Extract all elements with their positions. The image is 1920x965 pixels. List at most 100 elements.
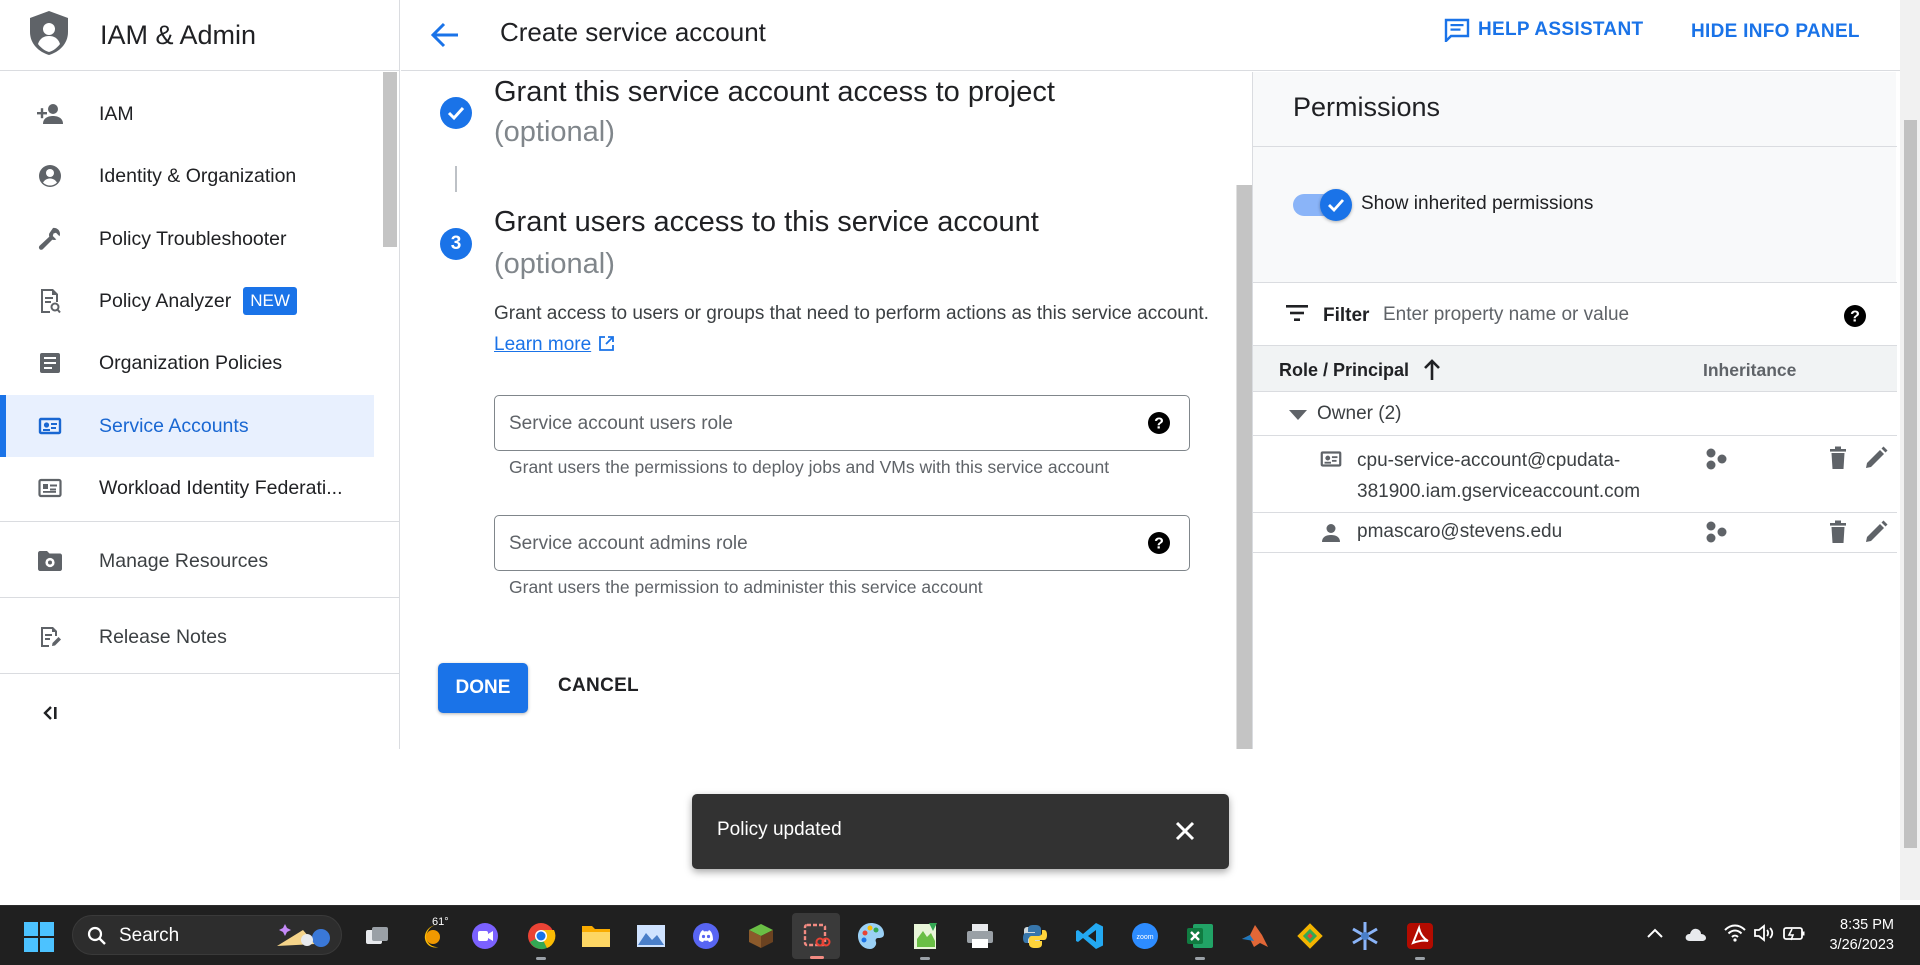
- minecraft-icon[interactable]: [744, 920, 778, 952]
- help-icon[interactable]: ?: [1147, 411, 1171, 440]
- git-tool-icon[interactable]: [1293, 920, 1327, 952]
- step2-title[interactable]: Grant this service account access to pro…: [494, 70, 1055, 114]
- matlab-icon[interactable]: [1238, 920, 1272, 952]
- collapse-sidebar-button[interactable]: [0, 682, 120, 744]
- acrobat-icon[interactable]: [1403, 920, 1437, 960]
- delete-icon[interactable]: [1828, 520, 1848, 549]
- file-explorer-icon[interactable]: [579, 920, 613, 952]
- running-indicator: [1195, 957, 1205, 960]
- sidebar-divider: [0, 597, 399, 598]
- help-assistant-label: HELP ASSISTANT: [1478, 19, 1644, 40]
- onedrive-cloud-icon[interactable]: [1684, 926, 1708, 947]
- help-icon[interactable]: ?: [1147, 531, 1171, 560]
- sidebar-item-organization-policies[interactable]: Organization Policies: [0, 332, 374, 394]
- taskbar-clock[interactable]: 8:35 PM 3/26/2023: [1829, 915, 1894, 955]
- inheritance-icon[interactable]: [1705, 521, 1729, 548]
- windows-start-icon[interactable]: [24, 922, 54, 957]
- python-icon[interactable]: [1018, 920, 1052, 952]
- service-account-icon: [1319, 448, 1343, 475]
- taskbar-search[interactable]: Search: [72, 915, 342, 955]
- sidebar-item-workload-identity-federation[interactable]: Workload Identity Federati...: [0, 457, 374, 519]
- sidebar-item-policy-troubleshooter[interactable]: Policy Troubleshooter: [0, 208, 374, 270]
- clock-time: 8:35 PM: [1840, 917, 1894, 933]
- expand-triangle-icon[interactable]: [1289, 410, 1307, 420]
- inheritance-icon[interactable]: [1705, 448, 1729, 475]
- sidebar-item-release-notes[interactable]: Release Notes: [0, 606, 374, 668]
- toggle-check-icon: [1320, 189, 1352, 221]
- external-link-icon: [599, 336, 615, 351]
- admins-role-input[interactable]: [509, 530, 1109, 558]
- service-account-icon: [35, 411, 65, 441]
- filter-label: Filter: [1323, 305, 1370, 326]
- role-principal-column-header[interactable]: Role / Principal: [1279, 359, 1441, 381]
- owner-group-row[interactable]: Owner (2): [1253, 392, 1897, 436]
- meet-chat-icon[interactable]: [468, 920, 502, 952]
- collapse-icon: [35, 698, 65, 728]
- wifi-icon[interactable]: [1724, 924, 1746, 947]
- vscode-icon[interactable]: [1073, 920, 1107, 952]
- inheritance-column-header: Inheritance: [1703, 360, 1797, 380]
- printer-icon[interactable]: [963, 920, 997, 952]
- cancel-button[interactable]: CANCEL: [558, 675, 639, 697]
- filter-input[interactable]: [1383, 300, 1823, 330]
- iam-shield-logo-icon: [28, 10, 74, 61]
- inherited-permissions-toggle[interactable]: [1293, 189, 1352, 221]
- paint-icon[interactable]: [854, 920, 888, 952]
- help-icon[interactable]: ?: [1843, 304, 1867, 333]
- discord-icon[interactable]: [689, 920, 723, 952]
- snackbar-message: Policy updated: [717, 819, 842, 840]
- wrench-icon: [35, 224, 65, 254]
- sidebar-item-identity-organization[interactable]: Identity & Organization: [0, 145, 374, 207]
- table-header: Role / Principal Inheritance: [1253, 346, 1897, 392]
- page-title: Create service account: [500, 17, 766, 47]
- task-view-icon[interactable]: [360, 920, 394, 952]
- sidebar-item-iam[interactable]: IAM: [0, 83, 374, 145]
- sidebar-scrollbar[interactable]: [383, 72, 397, 247]
- page-scrollbar-thumb[interactable]: [1904, 120, 1917, 848]
- hide-info-panel-button[interactable]: HIDE INFO PANEL: [1691, 21, 1860, 43]
- person-add-icon: [35, 99, 65, 129]
- help-assistant-button[interactable]: HELP ASSISTANT: [1444, 18, 1643, 42]
- sidebar-item-service-accounts[interactable]: Service Accounts: [0, 395, 374, 457]
- sidebar-divider: [0, 521, 399, 522]
- snowflake-app-icon[interactable]: [1348, 920, 1382, 952]
- back-arrow-icon[interactable]: [427, 17, 463, 53]
- image-viewer-icon[interactable]: [634, 920, 668, 952]
- users-role-input[interactable]: [509, 410, 1109, 438]
- done-button[interactable]: DONE: [438, 663, 528, 713]
- main-scrollbar[interactable]: [1236, 185, 1252, 749]
- list-doc-icon: [35, 348, 65, 378]
- chevron-up-icon[interactable]: [1646, 926, 1664, 944]
- filter-icon: [1285, 303, 1309, 328]
- chrome-icon[interactable]: [524, 920, 558, 960]
- edit-pencil-icon[interactable]: [1864, 446, 1888, 475]
- volume-icon[interactable]: [1753, 924, 1775, 947]
- battery-icon[interactable]: [1782, 924, 1806, 947]
- sidebar-title: IAM & Admin: [100, 19, 257, 50]
- panel-title: Permissions: [1293, 92, 1441, 122]
- step3-number: 3: [440, 228, 472, 260]
- snipping-tool-icon[interactable]: [792, 913, 840, 959]
- id-card-icon: [35, 473, 65, 503]
- sidebar-item-manage-resources[interactable]: Manage Resources: [0, 530, 374, 592]
- delete-icon[interactable]: [1828, 446, 1848, 475]
- svg-text:?: ?: [1154, 536, 1164, 553]
- sidebar-item-label: Manage Resources: [99, 549, 269, 572]
- close-icon[interactable]: [1168, 814, 1202, 848]
- users-role-field[interactable]: ?: [494, 395, 1190, 451]
- notepad-plus-icon[interactable]: [908, 920, 942, 960]
- learn-more-link[interactable]: Learn more: [494, 334, 591, 355]
- excel-icon[interactable]: [1183, 920, 1217, 960]
- policy-doc-search-icon: [35, 286, 65, 316]
- edit-pencil-icon[interactable]: [1864, 520, 1888, 549]
- running-indicator: [1415, 957, 1425, 960]
- admins-role-field[interactable]: ?: [494, 515, 1190, 571]
- zoom-icon[interactable]: zoom: [1128, 920, 1162, 952]
- info-panel: Permissions Show inherited permissions F…: [1252, 72, 1897, 749]
- account-circle-icon: [35, 161, 65, 191]
- running-indicator: [536, 957, 546, 960]
- running-indicator: [810, 956, 824, 959]
- role-principal-header-label: Role / Principal: [1279, 359, 1410, 380]
- sidebar-item-policy-analyzer[interactable]: Policy Analyzer NEW: [0, 270, 374, 332]
- folder-gear-icon: [35, 546, 65, 576]
